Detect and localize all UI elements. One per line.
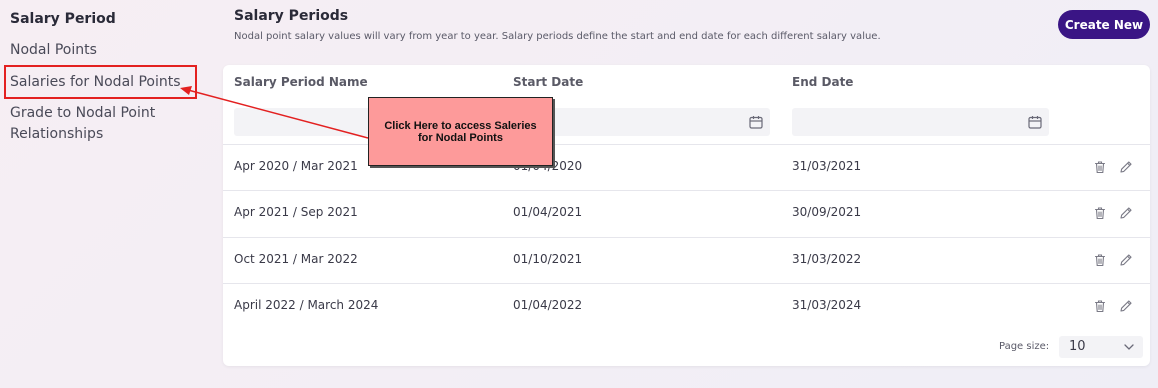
- sidebar-item-grade-to-nodal-point[interactable]: Grade to Nodal Point Relationships: [10, 103, 200, 145]
- page-size-select[interactable]: 10: [1059, 336, 1143, 358]
- annotation-callout: Click Here to access Saleries for Nodal …: [368, 97, 553, 166]
- table-row: Apr 2021 / Sep 2021 01/04/2021 30/09/202…: [223, 190, 1150, 236]
- trash-icon[interactable]: [1093, 299, 1107, 313]
- trash-icon[interactable]: [1093, 206, 1107, 220]
- cell-name: Apr 2020 / Mar 2021: [234, 159, 358, 173]
- calendar-icon[interactable]: [748, 114, 764, 130]
- sidebar-heading: Salary Period: [10, 11, 116, 27]
- cell-name: April 2022 / March 2024: [234, 298, 379, 312]
- salary-periods-table: Salary Period Name Start Date End Date A…: [223, 65, 1150, 366]
- cell-start-date: 01/10/2021: [513, 252, 583, 266]
- pencil-icon[interactable]: [1119, 206, 1133, 220]
- column-header-start-date[interactable]: Start Date: [513, 75, 583, 89]
- column-header-end-date[interactable]: End Date: [792, 75, 853, 89]
- cell-end-date: 31/03/2021: [792, 159, 862, 173]
- create-new-button[interactable]: Create New: [1058, 10, 1150, 39]
- page-description: Nodal point salary values will vary from…: [234, 31, 881, 42]
- table-row: April 2022 / March 2024 01/04/2022 31/03…: [223, 283, 1150, 329]
- end-date-filter-input[interactable]: [792, 108, 1049, 136]
- annotation-highlight-box: [4, 65, 197, 99]
- cell-end-date: 30/09/2021: [792, 205, 862, 219]
- table-row: Apr 2020 / Mar 2021 01/04/2020 31/03/202…: [223, 144, 1150, 190]
- cell-start-date: 01/04/2021: [513, 205, 583, 219]
- pencil-icon[interactable]: [1119, 253, 1133, 267]
- column-header-name[interactable]: Salary Period Name: [234, 75, 368, 89]
- cell-name: Apr 2021 / Sep 2021: [234, 205, 358, 219]
- page-size-value: 10: [1069, 339, 1086, 354]
- trash-icon[interactable]: [1093, 160, 1107, 174]
- calendar-icon[interactable]: [1027, 114, 1043, 130]
- sidebar-item-nodal-points[interactable]: Nodal Points: [10, 40, 97, 61]
- pencil-icon[interactable]: [1119, 160, 1133, 174]
- page-title: Salary Periods: [234, 8, 349, 24]
- cell-end-date: 31/03/2022: [792, 252, 862, 266]
- cell-name: Oct 2021 / Mar 2022: [234, 252, 358, 266]
- cell-start-date: 01/04/2022: [513, 298, 583, 312]
- pencil-icon[interactable]: [1119, 299, 1133, 313]
- sidebar: Salary Period Nodal Points Salaries for …: [0, 0, 215, 388]
- table-row: Oct 2021 / Mar 2022 01/10/2021 31/03/202…: [223, 237, 1150, 283]
- page-size-label: Page size:: [999, 341, 1050, 352]
- trash-icon[interactable]: [1093, 253, 1107, 267]
- chevron-down-icon: [1124, 344, 1134, 350]
- cell-end-date: 31/03/2024: [792, 298, 862, 312]
